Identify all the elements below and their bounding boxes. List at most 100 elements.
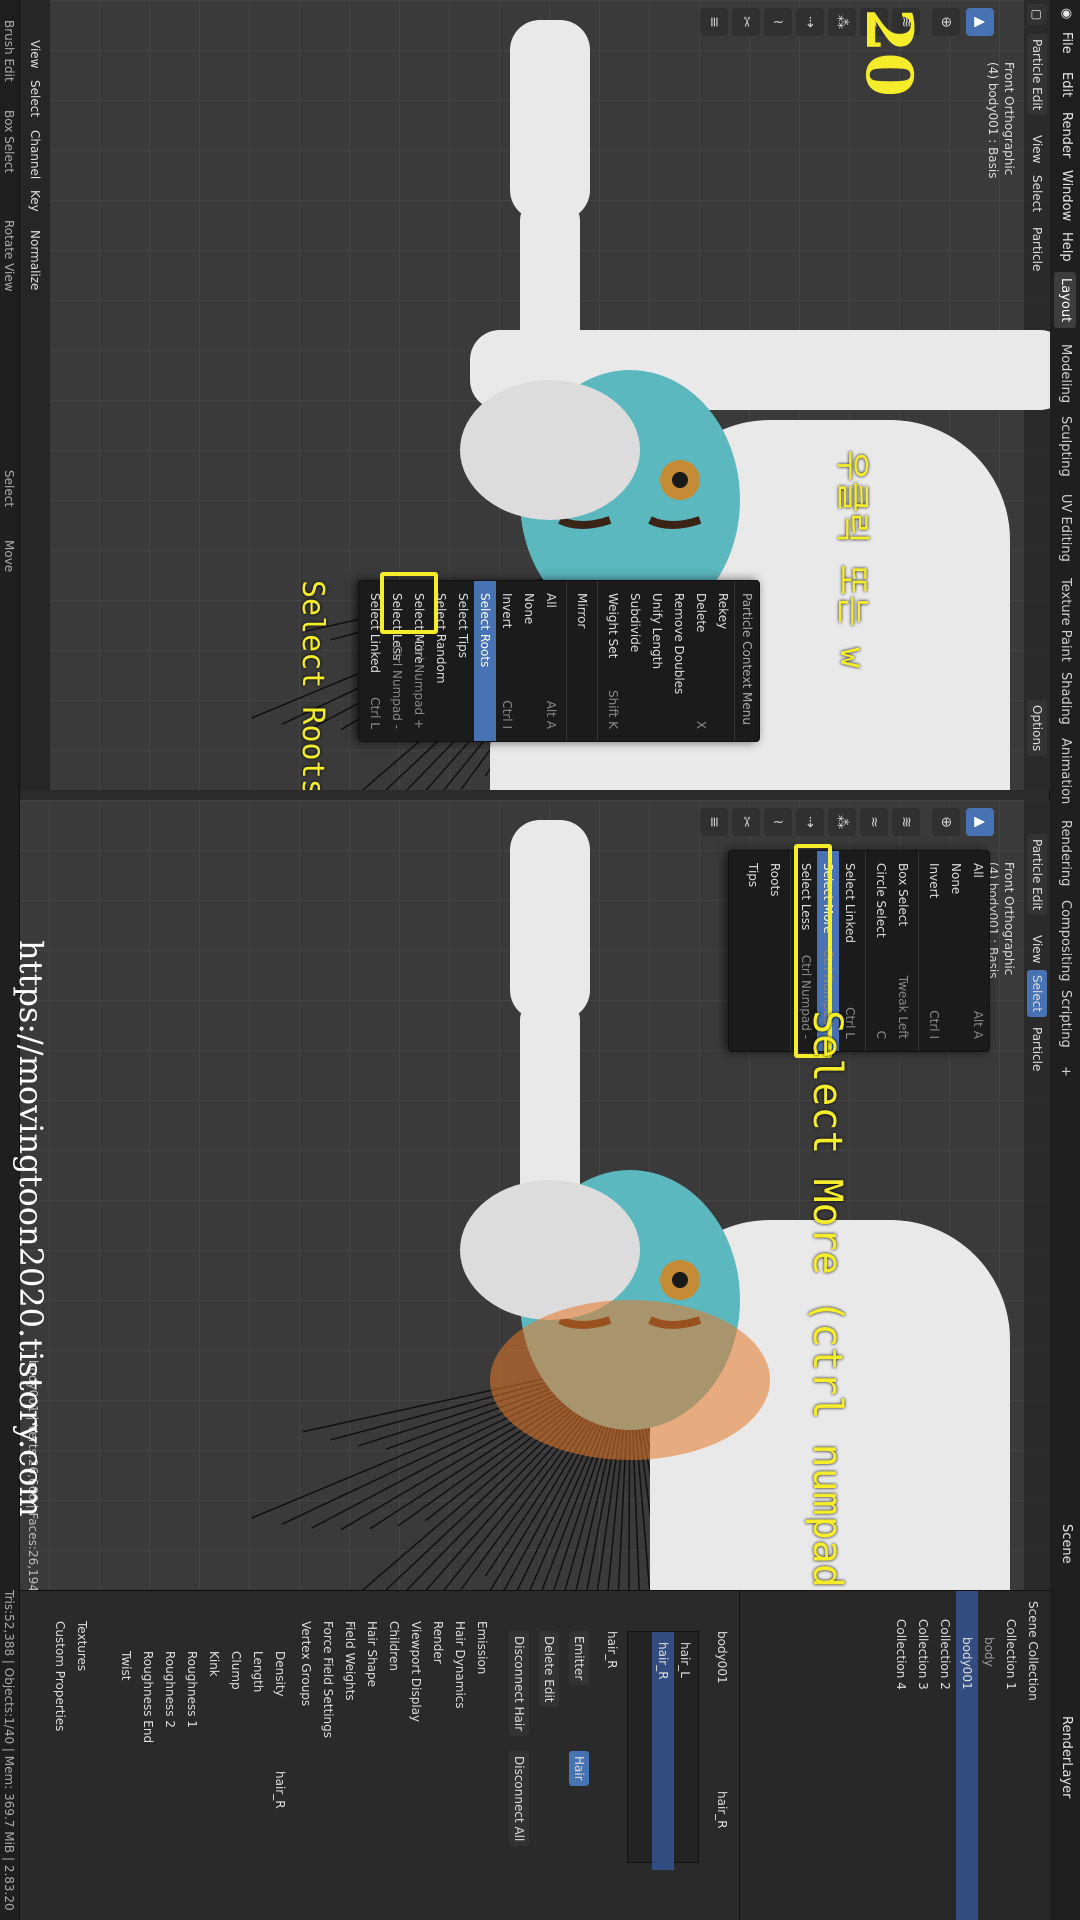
section-viewport-display[interactable]: Viewport Display [409,1621,423,1722]
dopesheet-select[interactable]: Select [28,80,42,117]
tab-shading[interactable]: Shading [1054,666,1076,731]
section-force-field[interactable]: Force Field Settings [321,1621,335,1738]
select-circle[interactable]: Circle Select C [870,851,892,1051]
vgroup-roughness-2: Roughness 2 [163,1651,177,1728]
vgroup-roughness-end: Roughness End [141,1651,155,1744]
disconnect-all-button[interactable]: Disconnect All [509,1751,529,1847]
select-invert[interactable]: Invert Ctrl I [923,851,945,1051]
section-custom-properties[interactable]: Custom Properties [53,1621,67,1731]
highlight-select-roots [380,572,438,634]
viewport-right[interactable]: Particle Edit View Select Particle Front… [20,800,1050,1590]
view-layer-selector[interactable]: RenderLayer [1059,1716,1074,1799]
section-emission[interactable]: Emission [475,1621,489,1674]
vgroup-clump: Clump [229,1651,243,1690]
top-menubar: ◉ File Edit Render Window Help Layout Mo… [1049,0,1080,1920]
menu-item-subdivide[interactable]: Subdivide [624,581,646,741]
outliner-row[interactable]: body [978,1591,1000,1920]
tab-modeling[interactable]: Modeling [1054,338,1076,409]
scene-selector[interactable]: Scene [1059,1524,1074,1564]
emitter-tab[interactable]: Emitter [569,1631,589,1686]
props-particle-system: hair_R [715,1791,729,1829]
select-menu: All Alt A None Invert Ctrl I Box Select Twe… [728,850,990,1052]
section-hair-shape[interactable]: Hair Shape [365,1621,379,1687]
add-workspace-icon[interactable]: + [1054,1060,1076,1083]
tab-rendering[interactable]: Rendering [1054,814,1076,892]
annotation-select-roots: Select Roots [295,580,330,790]
menu-item-rekey[interactable]: Rekey [712,581,734,741]
menu-item-remove-doubles[interactable]: Remove Doubles [668,581,690,741]
menu-item-none[interactable]: None [518,581,540,741]
menu-file[interactable]: File [1059,32,1074,54]
section-children[interactable]: Children [387,1621,401,1671]
dopesheet-view[interactable]: View [28,40,42,68]
menu-item-all[interactable]: All Alt A [540,581,562,741]
menu-item-select-roots[interactable]: Select Roots [474,581,496,741]
outliner-row[interactable]: Collection 4 [890,1591,912,1920]
properties-panel: body001 hair_R hair_L hair_R hair_R Emit… [19,1590,740,1920]
context-menu-title: Particle Context Menu [734,581,759,741]
status-box-select: Box Select [2,110,16,174]
outliner-row[interactable]: Collection 3 [912,1591,934,1920]
dopesheet-header: View Select Channel Key Normalize [20,0,50,790]
status-select: Select [2,470,16,508]
tab-layout[interactable]: Layout [1054,272,1076,329]
system-row-selected[interactable]: hair_R [652,1632,674,1870]
select-all[interactable]: All Alt A [967,851,989,1051]
menu-item-invert[interactable]: Invert Ctrl I [496,581,518,741]
status-stats: Tris:52,388 | Objects:1/40 | Mem: 369.7 … [2,1590,16,1911]
vgroup-density: Density [273,1651,287,1697]
section-hair-dynamics[interactable]: Hair Dynamics [453,1621,467,1709]
menu-edit[interactable]: Edit [1059,72,1074,97]
select-roots[interactable]: Roots [764,851,786,1051]
selected-hair-roots [490,1300,770,1460]
dopesheet-key[interactable]: Key [28,190,42,212]
disconnect-hair-button[interactable]: Disconnect Hair [509,1631,529,1737]
viewport-left[interactable]: ▢ Particle Edit View Select Particle Opt… [50,0,1050,790]
tab-sculpting[interactable]: Sculpting [1054,410,1076,483]
outliner-row[interactable]: Collection 1 [1000,1591,1022,1920]
select-none[interactable]: None [945,851,967,1051]
section-field-weights[interactable]: Field Weights [343,1621,357,1701]
status-brush-edit: Brush Edit [2,20,16,82]
dopesheet-channel[interactable]: Channel [28,130,42,179]
menu-render[interactable]: Render [1059,112,1074,158]
tab-compositing[interactable]: Compositing [1054,894,1076,988]
vgroup-roughness-1: Roughness 1 [185,1651,199,1728]
particle-system-list[interactable]: hair_L hair_R [627,1631,699,1870]
menu-item-mirror[interactable]: Mirror [571,581,593,741]
outliner-row[interactable]: Collection 2 [934,1591,956,1920]
settings-name[interactable]: hair_R [605,1631,619,1669]
menu-item-weight-set[interactable]: Weight Set Shift K [602,581,624,741]
menu-help[interactable]: Help [1059,232,1074,262]
outliner-row-selected[interactable]: body001 [956,1591,978,1920]
system-row[interactable]: hair_L [674,1632,696,1870]
menu-item-unify-length[interactable]: Unify Length [646,581,668,741]
section-render[interactable]: Render [431,1621,445,1664]
status-rotate-view: Rotate View [2,220,16,292]
vgroup-density-value[interactable]: hair_R [273,1771,287,1809]
tab-animation[interactable]: Animation [1054,732,1076,810]
menu-item-delete[interactable]: Delete X [690,581,712,741]
section-vertex-groups[interactable]: Vertex Groups [299,1621,313,1706]
section-textures[interactable]: Textures [75,1621,89,1671]
select-tips[interactable]: Tips [742,851,764,1051]
status-move: Move [2,540,16,573]
normalize-toggle[interactable]: Normalize [28,230,42,290]
select-box[interactable]: Box Select Tweak Left [892,851,914,1051]
tab-scripting[interactable]: Scripting [1054,984,1076,1054]
tab-texture-paint[interactable]: Texture Paint [1054,572,1076,668]
outliner-panel: Scene Collection Collection 1 body body0… [740,1590,1050,1920]
annotation-select-more: Select More (ctrl numpad +) [804,1010,850,1590]
watermark-url: https://movingtoon2020.tistory.com [12,940,50,1517]
delete-edit-button[interactable]: Delete Edit [539,1631,559,1708]
vgroup-kink: Kink [207,1651,221,1677]
menu-item-select-tips[interactable]: Select Tips [452,581,474,741]
tab-uv-editing[interactable]: UV Editing [1054,488,1076,568]
step-number: 20 [851,8,926,98]
menu-window[interactable]: Window [1059,170,1074,221]
outliner-row[interactable]: Scene Collection [1022,1591,1044,1920]
vgroup-length: Length [251,1651,265,1693]
blender-window: ◉ File Edit Render Window Help Layout Mo… [0,0,1080,1920]
hair-tab[interactable]: Hair [569,1751,589,1786]
blender-logo-icon[interactable]: ◉ [1059,8,1074,19]
